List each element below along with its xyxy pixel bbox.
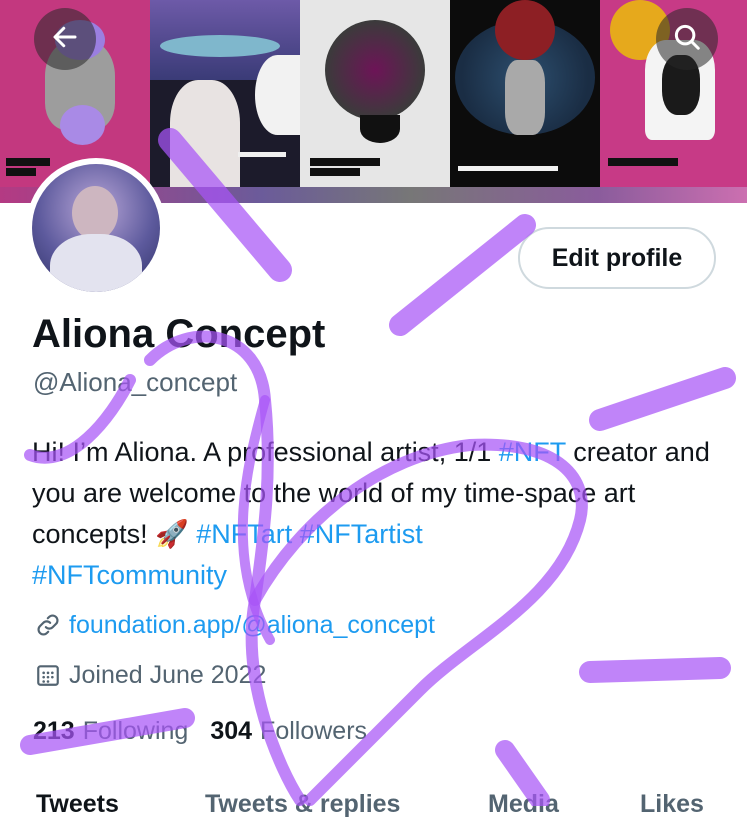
followers-count: 304: [210, 717, 253, 745]
profile-handle: @Aliona_concept: [33, 367, 238, 397]
following-link[interactable]: 213 Following: [33, 717, 188, 746]
profile-tabs: Tweets Tweets & replies Media Likes: [0, 790, 747, 830]
hashtag-link[interactable]: #NFT: [499, 437, 566, 467]
back-button[interactable]: [34, 8, 96, 70]
profile-name: Aliona Concept: [32, 312, 326, 356]
edit-profile-button[interactable]: Edit profile: [518, 227, 716, 289]
hashtag-link[interactable]: #NFTcommunity: [32, 560, 227, 590]
link-icon: [33, 610, 63, 640]
profile-bio: Hi! I’m Aliona. A professional artist, 1…: [32, 432, 722, 596]
avatar[interactable]: [26, 158, 166, 298]
arrow-left-icon: [50, 22, 80, 57]
profile-joined: Joined June 2022: [33, 660, 266, 690]
followers-link[interactable]: 304 Followers: [210, 717, 367, 746]
joined-date: Joined June 2022: [69, 660, 267, 689]
tab-media[interactable]: Media: [488, 790, 559, 819]
avatar-image: [32, 164, 160, 292]
following-count: 213: [33, 717, 75, 745]
tab-tweets-replies[interactable]: Tweets & replies: [205, 790, 400, 819]
tab-tweets[interactable]: Tweets: [36, 790, 119, 819]
follow-stats: 213 Following 304 Followers: [33, 717, 389, 746]
search-icon: [672, 22, 702, 57]
banner-artwork-pomegranate: [450, 0, 600, 187]
hashtag-link[interactable]: #NFTart: [196, 519, 292, 549]
profile-website: foundation.app/@aliona_concept: [33, 610, 435, 640]
followers-label: Followers: [260, 717, 368, 745]
calendar-icon: [33, 660, 63, 690]
tab-likes[interactable]: Likes: [640, 790, 704, 819]
website-link[interactable]: foundation.app/@aliona_concept: [69, 611, 435, 640]
following-label: Following: [82, 717, 189, 745]
bio-text: Hi! I’m Aliona. A professional artist, 1…: [32, 437, 499, 467]
banner-artwork-whale: [150, 0, 300, 187]
hashtag-link[interactable]: #NFTartist: [300, 519, 423, 549]
banner-artwork-flower: [300, 0, 450, 187]
search-button[interactable]: [656, 8, 718, 70]
